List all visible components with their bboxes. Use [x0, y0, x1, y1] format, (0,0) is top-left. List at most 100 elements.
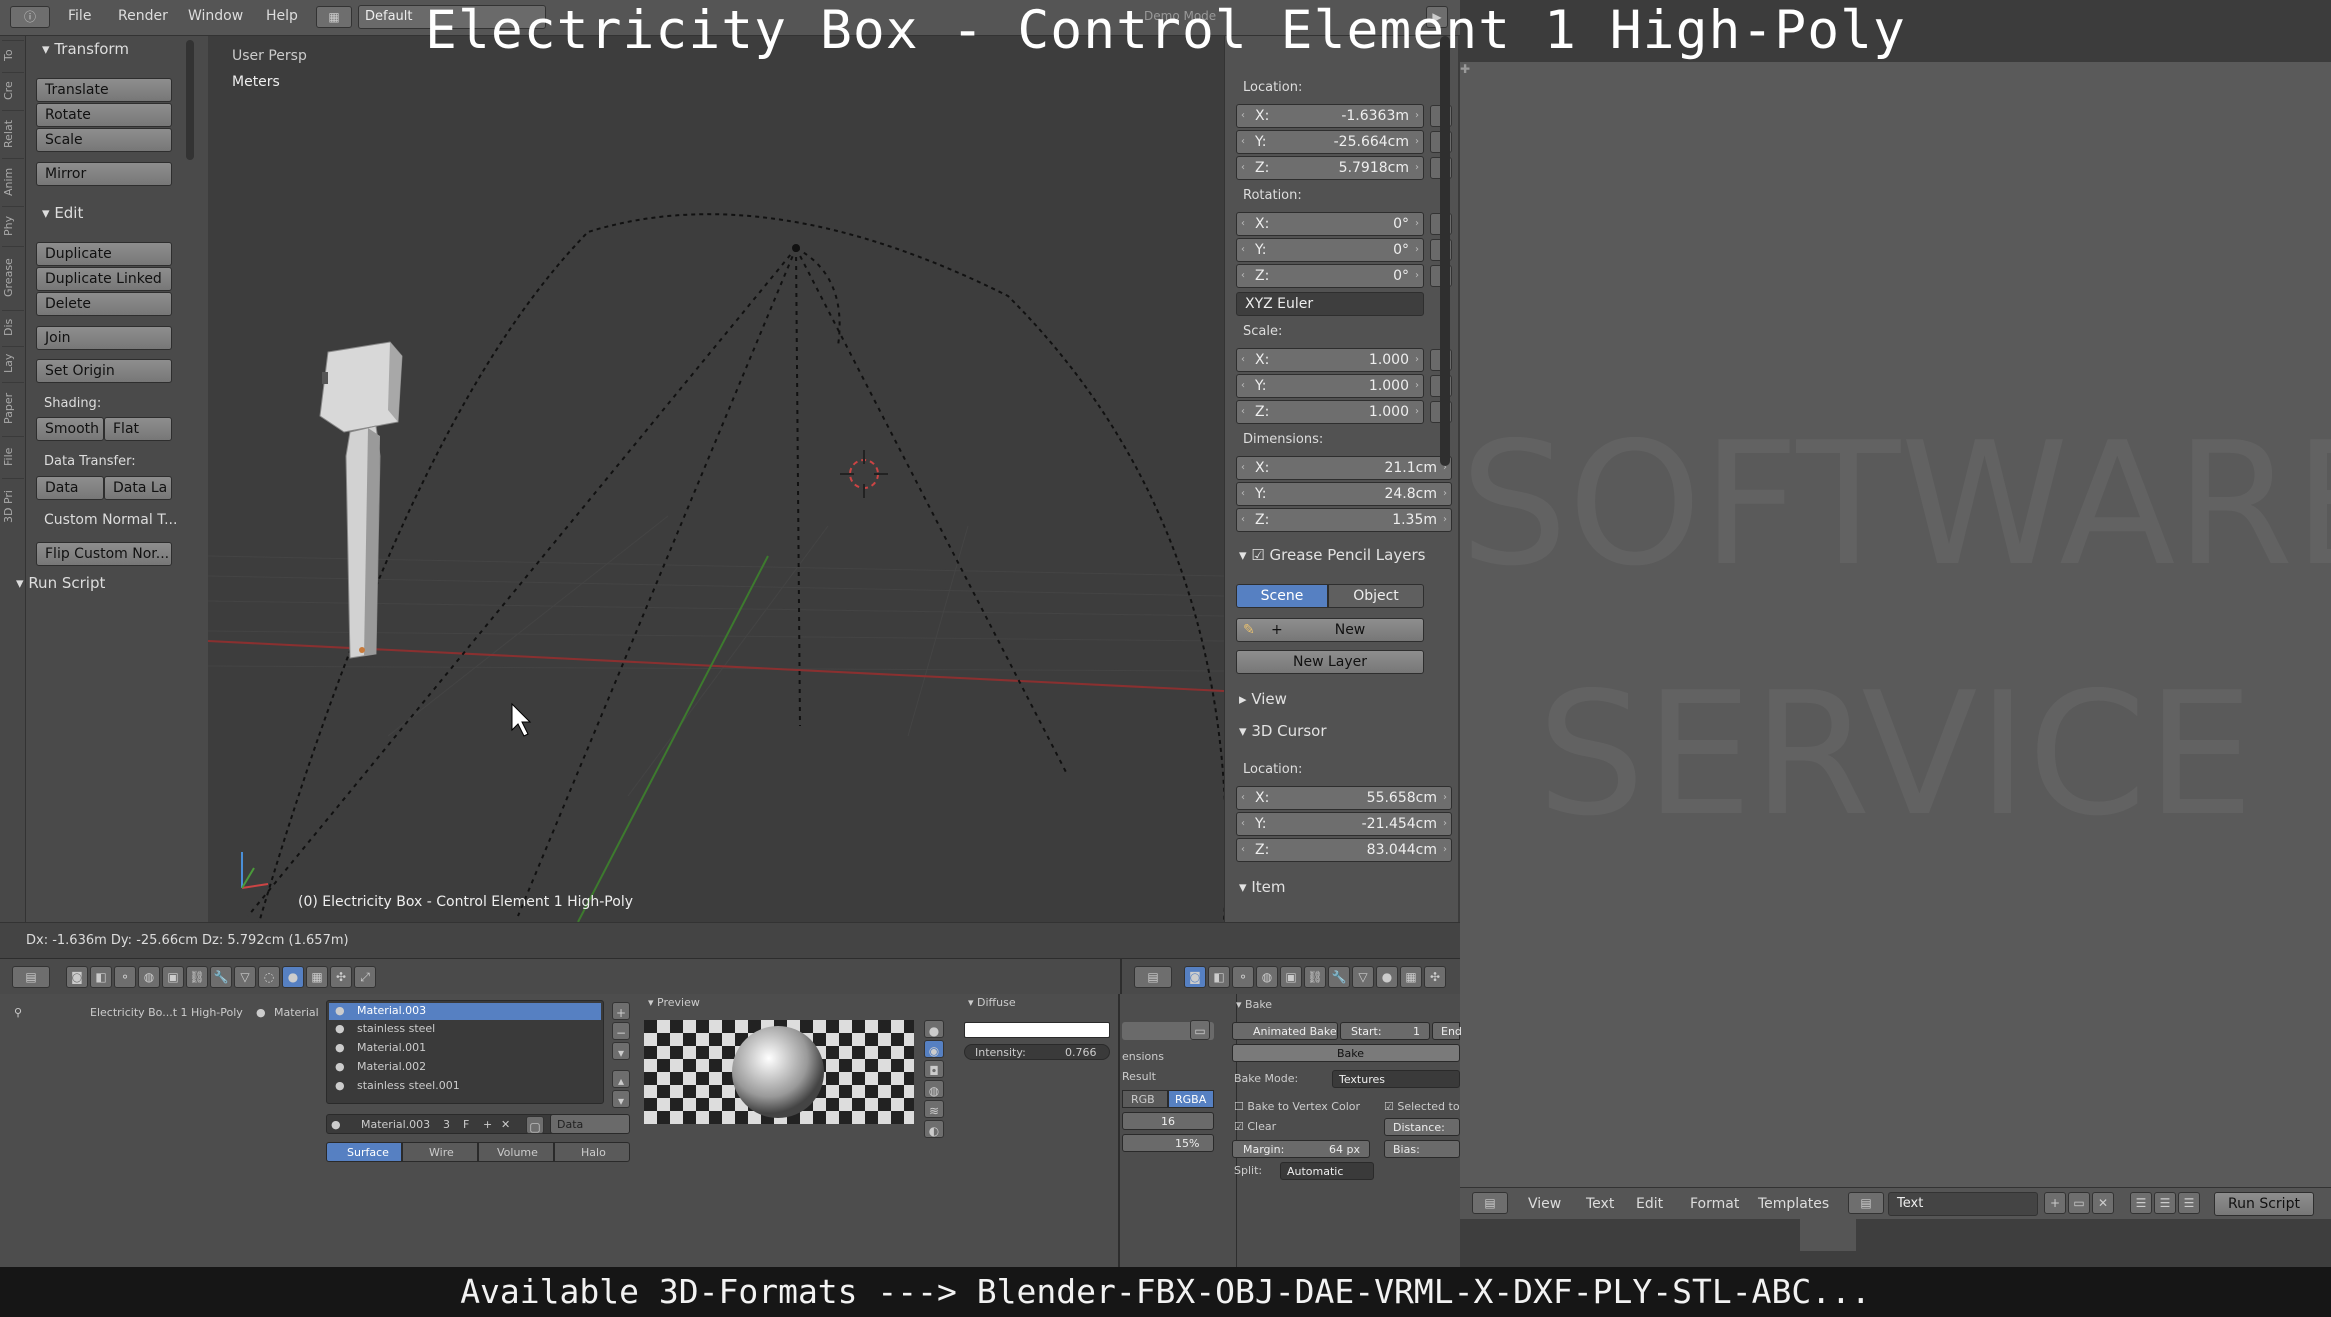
rotation-z-field[interactable]: ‹ Z: 0° ›	[1236, 264, 1424, 288]
tab-tools[interactable]: To	[2, 40, 24, 70]
location-z-field[interactable]: ‹ Z: 5.7918cm ›	[1236, 156, 1424, 180]
diffuse-color-swatch[interactable]	[964, 1022, 1110, 1038]
text-editor-area[interactable]: ✚	[1460, 62, 2331, 1187]
move-down-icon[interactable]: ▾	[612, 1090, 630, 1108]
cursor-x-field[interactable]: ‹ X: 55.658cm ›	[1236, 786, 1452, 810]
preview-cube-icon[interactable]: ◘	[924, 1060, 944, 1078]
scene-tab-icon[interactable]: ⚬	[114, 966, 136, 988]
rotation-y-field[interactable]: ‹ Y: 0° ›	[1236, 238, 1424, 262]
material-datablock-field[interactable]: ● Material.003 3 F + ✕	[326, 1114, 558, 1134]
menu-view[interactable]: View	[1528, 1196, 1561, 1212]
render-layers-icon-2[interactable]: ◧	[1208, 966, 1230, 988]
footer-tab[interactable]	[1800, 1219, 1856, 1251]
render-layers-icon[interactable]: ◧	[90, 966, 112, 988]
remove-material-icon[interactable]: ✕	[501, 1118, 510, 1131]
properties-editor-icon[interactable]: ▤	[12, 966, 50, 988]
menu-render[interactable]: Render	[118, 8, 168, 24]
distance-field[interactable]: Distance:	[1384, 1118, 1460, 1136]
sidebar-scrollbar[interactable]	[1440, 36, 1450, 466]
data-layout-button[interactable]: Data La	[104, 476, 172, 500]
quality-field[interactable]: 15%	[1122, 1134, 1214, 1152]
run-script-panel-header[interactable]: ▾ Run Script	[16, 574, 105, 592]
duplicate-linked-button[interactable]: Duplicate Linked	[36, 267, 172, 291]
pin-icon[interactable]: ⚲	[14, 1006, 22, 1019]
mirror-button[interactable]: Mirror	[36, 162, 172, 186]
material-slot-item[interactable]: stainless steel.001	[357, 1079, 460, 1092]
menu-file[interactable]: File	[68, 8, 91, 24]
dimension-x-field[interactable]: ‹ X: 21.1cm ›	[1236, 456, 1452, 480]
play-icon[interactable]: ▶	[1426, 6, 1448, 28]
data-tab-icon[interactable]: ▽	[234, 966, 256, 988]
tab-relations[interactable]: Relat	[2, 110, 24, 156]
syntax-highlight-icon[interactable]: ☰	[2178, 1192, 2200, 1214]
cursor-y-field[interactable]: ‹ Y: -21.454cm ›	[1236, 812, 1452, 836]
scale-x-field[interactable]: ‹ X: 1.000 ›	[1236, 348, 1424, 372]
menu-help[interactable]: Help	[266, 8, 298, 24]
render-tab-icon-2[interactable]: ◙	[1184, 966, 1206, 988]
cursor-z-field[interactable]: ‹ Z: 83.044cm ›	[1236, 838, 1452, 862]
tab-display[interactable]: Dis	[2, 310, 24, 344]
texture-tab-icon-2[interactable]: ▦	[1400, 966, 1422, 988]
intensity-field[interactable]: Intensity: 0.766	[964, 1044, 1110, 1060]
electricity-box-model[interactable]	[319, 341, 403, 659]
tab-create[interactable]: Cre	[2, 72, 24, 108]
rgba-button[interactable]: RGBA	[1168, 1090, 1214, 1108]
render-tab-icon[interactable]: ◙	[66, 966, 88, 988]
constraints-tab-icon-2[interactable]: ⛓	[1304, 966, 1326, 988]
open-folder-icon[interactable]: ▭	[2068, 1192, 2090, 1214]
add-slot-icon[interactable]: +	[612, 1002, 630, 1020]
preview-monkey-icon[interactable]: ◍	[924, 1080, 944, 1098]
grease-pencil-panel-header[interactable]: ▾ ☑ Grease Pencil Layers	[1239, 546, 1425, 564]
selected-to-active-checkbox[interactable]: ☑ Selected to	[1384, 1100, 1460, 1113]
split-dropdown[interactable]: Automatic	[1280, 1162, 1374, 1180]
flip-custom-normals-button[interactable]: Flip Custom Nor...	[36, 542, 172, 566]
editor-type-icon[interactable]: ▤	[1472, 1192, 1508, 1214]
scene-tab-icon-2[interactable]: ⚬	[1232, 966, 1254, 988]
volume-tab[interactable]: Volume	[478, 1142, 554, 1162]
object-tab-icon[interactable]: ▣	[162, 966, 184, 988]
world-tab-icon[interactable]: ◍	[138, 966, 160, 988]
margin-field[interactable]: Margin: 64 px	[1232, 1140, 1370, 1158]
edit-panel-header[interactable]: ▾ Edit	[42, 204, 83, 222]
bake-vertex-checkbox[interactable]: ☐ Bake to Vertex Color	[1234, 1100, 1360, 1113]
new-layer-button[interactable]: New Layer	[1236, 650, 1424, 674]
rotation-x-field[interactable]: ‹ X: 0° ›	[1236, 212, 1424, 236]
transform-panel-header[interactable]: ▾ Transform	[42, 40, 129, 58]
rgb-button[interactable]: RGB	[1122, 1090, 1168, 1108]
material-tab-icon[interactable]: ●	[282, 966, 304, 988]
layout-icon[interactable]: ▦	[316, 6, 352, 28]
menu-window[interactable]: Window	[188, 8, 243, 24]
menu-text[interactable]: Text	[1586, 1196, 1614, 1212]
tab-grease-pencil[interactable]: Grease	[2, 246, 24, 308]
3d-cursor-icon[interactable]	[840, 450, 888, 498]
menu-edit[interactable]: Edit	[1636, 1196, 1663, 1212]
text-datablock-field[interactable]: Text	[1888, 1192, 2038, 1216]
text-datablock-icon[interactable]: ▤	[1848, 1192, 1884, 1214]
node-toggle-icon[interactable]: ▢	[526, 1116, 544, 1134]
tab-3d-print[interactable]: 3D Pri	[2, 478, 24, 534]
smooth-button[interactable]: Smooth	[36, 417, 104, 441]
set-origin-dropdown[interactable]: Set Origin	[36, 359, 172, 383]
tab-animation[interactable]: Anim	[2, 158, 24, 204]
physics-tab-icon[interactable]: ◌	[258, 966, 280, 988]
material-slot-item[interactable]: Material.001	[357, 1041, 426, 1054]
delete-button[interactable]: Delete	[36, 292, 172, 316]
dimension-z-field[interactable]: ‹ Z: 1.35m ›	[1236, 508, 1452, 532]
new-text-icon[interactable]: +	[2044, 1192, 2066, 1214]
location-x-field[interactable]: ‹ X: -1.6363m ›	[1236, 104, 1424, 128]
material-slot-list[interactable]: ● Material.003 ● stainless steel ● Mater…	[326, 1000, 604, 1104]
preview-flat-icon[interactable]: ◉	[924, 1040, 944, 1058]
duplicate-button[interactable]: Duplicate	[36, 242, 172, 266]
corner-icon[interactable]: ✚	[1460, 62, 1476, 78]
run-script-button[interactable]: Run Script	[2214, 1192, 2314, 1216]
scale-y-field[interactable]: ‹ Y: 1.000 ›	[1236, 374, 1424, 398]
new-gp-button[interactable]: ✎ + New	[1236, 618, 1424, 642]
bake-end-field[interactable]: End	[1432, 1022, 1462, 1040]
menu-templates[interactable]: Templates	[1758, 1196, 1829, 1212]
menu-format[interactable]: Format	[1690, 1196, 1739, 1212]
word-wrap-icon[interactable]: ☰	[2154, 1192, 2176, 1214]
tab-paper[interactable]: Paper	[2, 382, 24, 434]
scale-button[interactable]: Scale	[36, 128, 172, 152]
flat-button[interactable]: Flat	[104, 417, 172, 441]
modifiers-tab-icon[interactable]: 🔧	[210, 966, 232, 988]
